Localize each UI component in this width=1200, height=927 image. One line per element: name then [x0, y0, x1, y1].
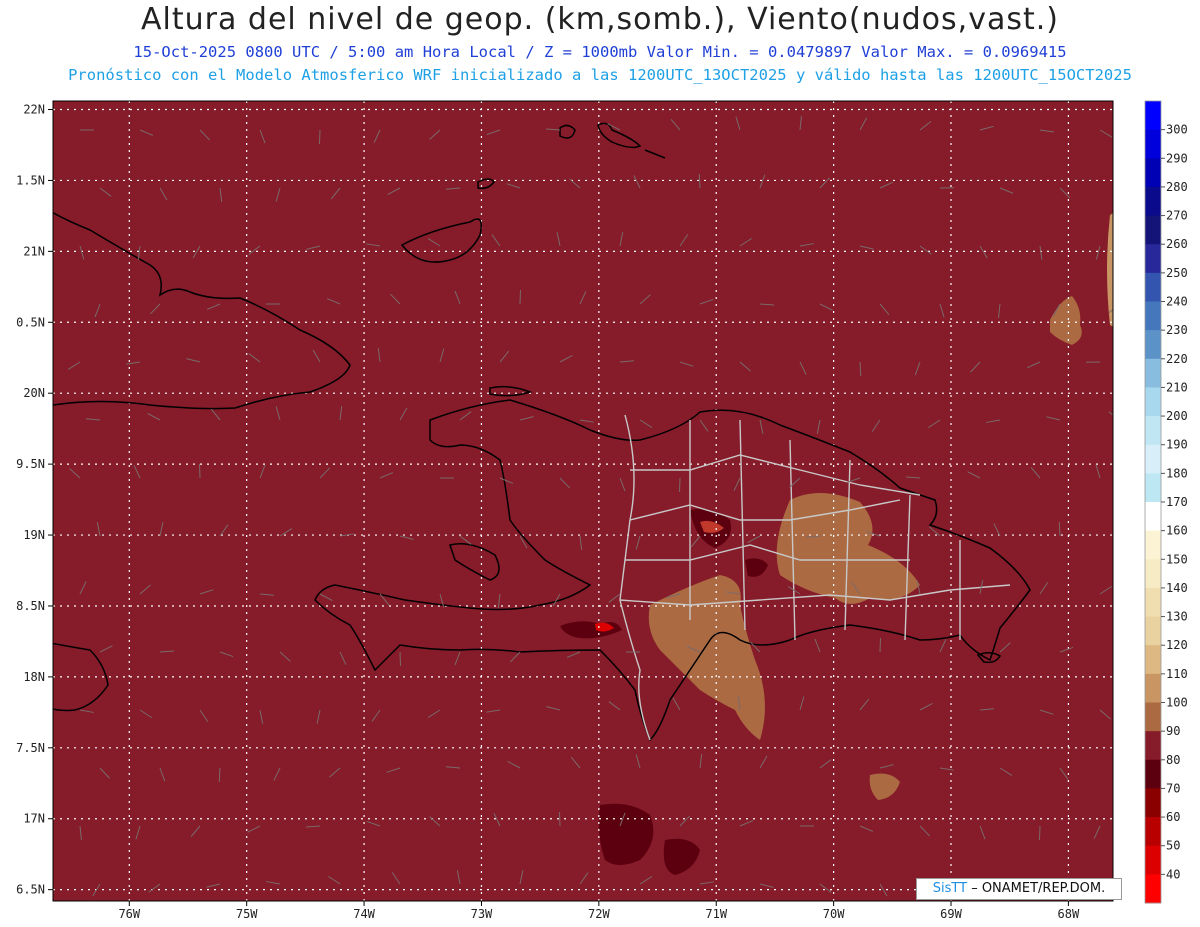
y-tick-label: 22N: [23, 103, 45, 117]
geopotential-map: 76W 75W 74W 73W 72W 71W 70W 69W 68W 22N 1.5N 21N 0.5…: [16, 100, 1188, 921]
plot-area: [53, 101, 1113, 901]
colorbar-segment: [1145, 845, 1161, 875]
brand-logo: SisTT: [932, 881, 968, 896]
colorbar-label: 300: [1166, 123, 1188, 137]
colorbar-label: 280: [1166, 180, 1188, 194]
colorbar-segment: [1145, 158, 1161, 188]
colorbar-label: 180: [1166, 466, 1188, 480]
colorbar-segment: [1145, 817, 1161, 847]
colorbar-label: 190: [1166, 438, 1188, 452]
x-tick-label: 69W: [940, 907, 962, 921]
y-tick-label: 8.5N: [16, 599, 45, 613]
colorbar-segment: [1145, 301, 1161, 331]
wind-barb: [1120, 523, 1125, 536]
colorbar-segment: [1145, 330, 1161, 360]
colorbar-label: 70: [1166, 781, 1180, 795]
colorbar-segment: [1145, 759, 1161, 789]
y-tick-label: 21N: [23, 244, 45, 258]
colorbar-segment: [1145, 587, 1161, 618]
x-tick-label: 75W: [236, 907, 258, 921]
colorbar-segment: [1145, 215, 1161, 245]
colorbar-label: 50: [1166, 839, 1180, 853]
colorbar-label: 270: [1166, 209, 1188, 223]
colorbar-segment: [1145, 673, 1161, 703]
colorbar-label: 120: [1166, 638, 1188, 652]
credit-text: – ONAMET/REP.DOM.: [967, 881, 1106, 896]
colorbar-label: 140: [1166, 581, 1188, 595]
colorbar-segment: [1145, 502, 1161, 532]
colorbar-label: 220: [1166, 352, 1188, 366]
colorbar-segment: [1145, 416, 1161, 446]
colorbar-segment: [1145, 731, 1161, 761]
colorbar-label: 230: [1166, 323, 1188, 337]
wind-barb: [1120, 188, 1125, 201]
colorbar-segment: [1145, 616, 1161, 646]
y-tick-label: 7.5N: [16, 741, 45, 755]
y-tick-label: 6.5N: [16, 883, 45, 897]
colorbar-segment: [1145, 788, 1161, 818]
x-tick-label: 73W: [471, 907, 493, 921]
colorbar-label: 260: [1166, 237, 1188, 251]
y-tick-label: 0.5N: [16, 315, 45, 329]
colorbar-segment: [1145, 129, 1161, 159]
colorbar-segment: [1145, 186, 1161, 217]
x-tick-label: 72W: [588, 907, 610, 921]
colorbar-segment: [1145, 559, 1161, 589]
x-tick-label: 76W: [118, 907, 140, 921]
colorbar-segment: [1145, 874, 1161, 904]
wind-barb: [1120, 652, 1134, 653]
colorbar-label: 100: [1166, 696, 1188, 710]
y-tick-label: 20N: [23, 386, 45, 400]
y-tick-label: 18N: [23, 670, 45, 684]
x-tick-label: 74W: [353, 907, 375, 921]
x-tick-label: 70W: [823, 907, 845, 921]
x-tick-label: 71W: [705, 907, 727, 921]
colorbar: 300 290 280 270 260 250 240 230 220 210 200 190 180 1…: [1144, 100, 1188, 904]
colorbar-label: 80: [1166, 753, 1180, 767]
colorbar-label: 110: [1166, 667, 1188, 681]
colorbar-segment: [1145, 387, 1161, 417]
colorbar-label: 250: [1166, 266, 1188, 280]
colorbar-segment: [1145, 473, 1161, 503]
colorbar-segment: [1145, 244, 1161, 274]
colorbar-label: 60: [1166, 810, 1180, 824]
colorbar-label: 160: [1166, 524, 1188, 538]
y-tick-label: 17N: [23, 812, 45, 826]
colorbar-label: 40: [1166, 867, 1180, 881]
x-tick-label: 68W: [1058, 907, 1080, 921]
y-tick-label: 9.5N: [16, 457, 45, 471]
wind-barb: [1120, 768, 1123, 782]
colorbar-label: 290: [1166, 151, 1188, 165]
colorbar-segment: [1145, 101, 1161, 131]
colorbar-segment: [1145, 530, 1161, 560]
colorbar-segment: [1145, 358, 1161, 388]
colorbar-segment: [1145, 702, 1161, 732]
colorbar-label: 130: [1166, 610, 1188, 624]
colorbar-label: 150: [1166, 552, 1188, 566]
colorbar-label: 90: [1166, 724, 1180, 738]
colorbar-segment: [1145, 444, 1161, 474]
colorbar-label: 240: [1166, 295, 1188, 309]
colorbar-label: 200: [1166, 409, 1188, 423]
colorbar-label: 210: [1166, 380, 1188, 394]
y-tick-label: 1.5N: [16, 173, 45, 187]
colorbar-segment: [1145, 645, 1161, 675]
colorbar-label: 170: [1166, 495, 1188, 509]
credit-box: SisTT – ONAMET/REP.DOM.: [916, 878, 1122, 900]
y-tick-label: 19N: [23, 528, 45, 542]
colorbar-segment: [1145, 272, 1161, 302]
